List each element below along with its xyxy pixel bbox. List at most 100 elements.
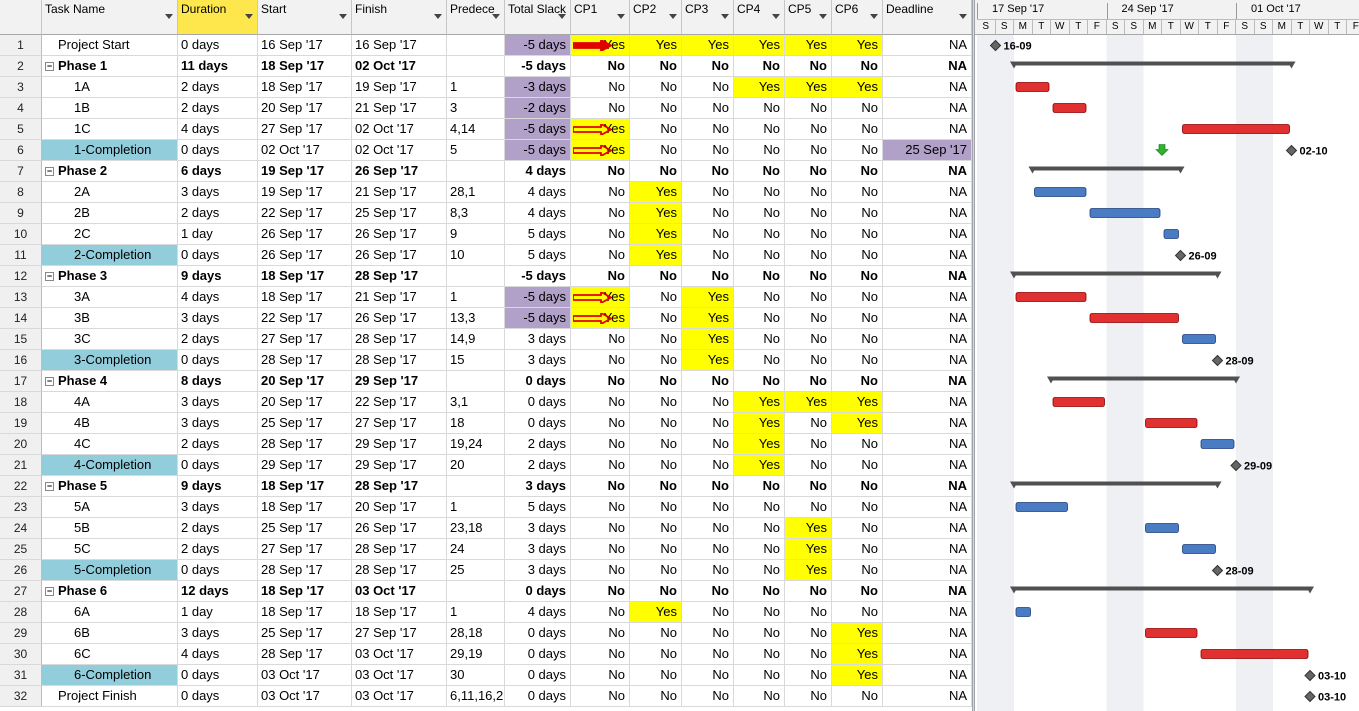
filter-dropdown-icon[interactable] bbox=[959, 14, 967, 19]
cp2-cell[interactable]: No bbox=[630, 161, 682, 182]
cp2-cell[interactable]: No bbox=[630, 98, 682, 119]
cp5-cell[interactable]: No bbox=[785, 119, 832, 140]
cp4-cell[interactable]: No bbox=[734, 266, 785, 287]
duration-cell[interactable]: 0 days bbox=[178, 686, 258, 707]
total-slack-cell[interactable]: 0 days bbox=[505, 686, 571, 707]
cp5-cell[interactable]: No bbox=[785, 497, 832, 518]
finish-cell[interactable]: 25 Sep '17 bbox=[352, 203, 447, 224]
task-row[interactable]: 29 6B 3 days 25 Sep '17 27 Sep '17 28,18 0 day… bbox=[0, 623, 972, 644]
cp4-cell[interactable]: No bbox=[734, 518, 785, 539]
cp6-cell[interactable]: No bbox=[832, 266, 883, 287]
cp5-cell[interactable]: No bbox=[785, 350, 832, 371]
predecessors-cell[interactable] bbox=[447, 35, 505, 56]
total-slack-cell[interactable]: -5 days bbox=[505, 287, 571, 308]
start-cell[interactable]: 25 Sep '17 bbox=[258, 413, 352, 434]
cp5-cell[interactable]: No bbox=[785, 476, 832, 497]
start-cell[interactable]: 22 Sep '17 bbox=[258, 308, 352, 329]
row-number[interactable]: 31 bbox=[0, 665, 42, 686]
row-number[interactable]: 6 bbox=[0, 140, 42, 161]
task-row[interactable]: 31 6-Completion 0 days 03 Oct '17 03 Oct '17… bbox=[0, 665, 972, 686]
total-slack-cell[interactable]: 0 days bbox=[505, 413, 571, 434]
cp3-cell[interactable]: No bbox=[682, 140, 734, 161]
duration-cell[interactable]: 2 days bbox=[178, 518, 258, 539]
cp5-cell[interactable]: No bbox=[785, 602, 832, 623]
total-slack-cell[interactable]: -5 days bbox=[505, 56, 571, 77]
deadline-cell[interactable]: NA bbox=[883, 203, 972, 224]
cp6-cell[interactable]: No bbox=[832, 455, 883, 476]
start-cell[interactable]: 26 Sep '17 bbox=[258, 245, 352, 266]
cp4-cell[interactable]: No bbox=[734, 497, 785, 518]
cp3-cell[interactable]: No bbox=[682, 371, 734, 392]
cp2-cell[interactable]: No bbox=[630, 560, 682, 581]
collapse-toggle-icon[interactable]: − bbox=[45, 272, 54, 281]
finish-cell[interactable]: 18 Sep '17 bbox=[352, 602, 447, 623]
filter-dropdown-icon[interactable] bbox=[558, 14, 566, 19]
cp4-cell[interactable]: No bbox=[734, 602, 785, 623]
deadline-cell[interactable]: NA bbox=[883, 413, 972, 434]
task-name-cell[interactable]: 3A bbox=[42, 287, 178, 308]
finish-cell[interactable]: 03 Oct '17 bbox=[352, 665, 447, 686]
row-number[interactable]: 25 bbox=[0, 539, 42, 560]
cp2-cell[interactable]: No bbox=[630, 686, 682, 707]
task-row[interactable]: 2− Phase 1 11 days 18 Sep '17 02 Oct '17 -5 d… bbox=[0, 56, 972, 77]
cp2-cell[interactable]: No bbox=[630, 329, 682, 350]
cp6-cell[interactable]: No bbox=[832, 476, 883, 497]
cp6-cell[interactable]: No bbox=[832, 161, 883, 182]
duration-cell[interactable]: 8 days bbox=[178, 371, 258, 392]
cp4-cell[interactable]: No bbox=[734, 371, 785, 392]
task-name-cell[interactable]: 6C bbox=[42, 644, 178, 665]
cp3-cell[interactable]: No bbox=[682, 476, 734, 497]
cp4-cell[interactable]: No bbox=[734, 56, 785, 77]
task-row[interactable]: 1 Project Start 0 days 16 Sep '17 16 Sep '17… bbox=[0, 35, 972, 56]
finish-cell[interactable]: 03 Oct '17 bbox=[352, 686, 447, 707]
row-number[interactable]: 15 bbox=[0, 329, 42, 350]
start-cell[interactable]: 18 Sep '17 bbox=[258, 476, 352, 497]
finish-cell[interactable]: 27 Sep '17 bbox=[352, 413, 447, 434]
cp3-cell[interactable]: No bbox=[682, 182, 734, 203]
row-number[interactable]: 1 bbox=[0, 35, 42, 56]
task-name-cell[interactable]: 2-Completion bbox=[42, 245, 178, 266]
start-cell[interactable]: 18 Sep '17 bbox=[258, 266, 352, 287]
row-number[interactable]: 4 bbox=[0, 98, 42, 119]
cp1-cell[interactable]: Yes bbox=[571, 287, 630, 308]
finish-cell[interactable]: 28 Sep '17 bbox=[352, 350, 447, 371]
task-row[interactable]: 15 3C 2 days 27 Sep '17 28 Sep '17 14,9 3 days… bbox=[0, 329, 972, 350]
start-cell[interactable]: 18 Sep '17 bbox=[258, 77, 352, 98]
total-slack-cell[interactable]: 5 days bbox=[505, 497, 571, 518]
cp3-cell[interactable]: No bbox=[682, 539, 734, 560]
cp5-cell[interactable]: No bbox=[785, 434, 832, 455]
task-name-cell[interactable]: 6A bbox=[42, 602, 178, 623]
cp1-cell[interactable]: No bbox=[571, 392, 630, 413]
cp5-cell[interactable]: No bbox=[785, 665, 832, 686]
start-cell[interactable]: 03 Oct '17 bbox=[258, 686, 352, 707]
start-cell[interactable]: 28 Sep '17 bbox=[258, 644, 352, 665]
cp4-cell[interactable]: No bbox=[734, 308, 785, 329]
cp4-cell[interactable]: Yes bbox=[734, 413, 785, 434]
predecessors-cell[interactable]: 1 bbox=[447, 497, 505, 518]
task-row[interactable]: 24 5B 2 days 25 Sep '17 26 Sep '17 23,18 3 day… bbox=[0, 518, 972, 539]
cp5-cell[interactable]: No bbox=[785, 140, 832, 161]
cp1-cell[interactable]: No bbox=[571, 560, 630, 581]
cp2-cell[interactable]: No bbox=[630, 581, 682, 602]
cp5-cell[interactable]: No bbox=[785, 308, 832, 329]
start-cell[interactable]: 19 Sep '17 bbox=[258, 182, 352, 203]
filter-dropdown-icon[interactable] bbox=[245, 14, 253, 19]
cp3-cell[interactable]: No bbox=[682, 245, 734, 266]
cp6-cell[interactable]: No bbox=[832, 560, 883, 581]
deadline-cell[interactable]: NA bbox=[883, 245, 972, 266]
cp1-cell[interactable]: No bbox=[571, 350, 630, 371]
cp1-cell[interactable]: No bbox=[571, 434, 630, 455]
cp2-cell[interactable]: No bbox=[630, 119, 682, 140]
cp5-cell[interactable]: Yes bbox=[785, 392, 832, 413]
cp6-cell[interactable]: No bbox=[832, 56, 883, 77]
predecessors-cell[interactable]: 24 bbox=[447, 539, 505, 560]
cp3-cell[interactable]: No bbox=[682, 77, 734, 98]
start-cell[interactable]: 18 Sep '17 bbox=[258, 56, 352, 77]
cp3-cell[interactable]: Yes bbox=[682, 35, 734, 56]
cp6-cell[interactable]: No bbox=[832, 434, 883, 455]
deadline-cell[interactable]: NA bbox=[883, 518, 972, 539]
deadline-cell[interactable]: NA bbox=[883, 287, 972, 308]
cp1-cell[interactable]: No bbox=[571, 224, 630, 245]
cp1-cell[interactable]: No bbox=[571, 413, 630, 434]
cp3-cell[interactable]: Yes bbox=[682, 350, 734, 371]
